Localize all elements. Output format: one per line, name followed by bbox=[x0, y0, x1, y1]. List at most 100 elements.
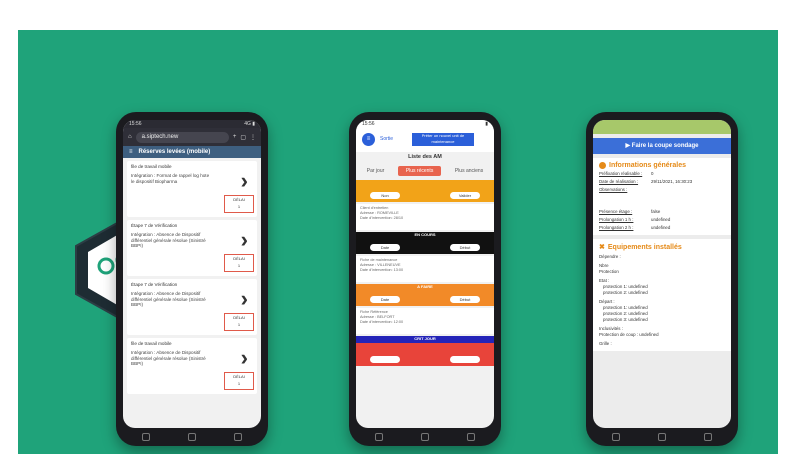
chevron-right-icon[interactable]: › bbox=[241, 229, 248, 251]
back-icon[interactable] bbox=[142, 433, 150, 441]
status-icons: 4G ▮ bbox=[244, 121, 255, 127]
chevron-right-icon[interactable]: › bbox=[241, 288, 248, 310]
card-title: Étape 7 de Vérification bbox=[131, 223, 178, 228]
status-band: CRIT JOUR bbox=[356, 336, 494, 366]
info-value: undefined bbox=[651, 225, 671, 230]
card-description: Intégration : Absence de Dispositif diff… bbox=[131, 291, 206, 308]
delay-box: DÉLAI 1 bbox=[224, 254, 254, 272]
logout-link[interactable]: Sortie bbox=[380, 136, 393, 142]
home-icon[interactable]: ⌂ bbox=[128, 134, 132, 140]
info-row: Présence étage : false bbox=[599, 209, 725, 215]
phone-2-screen: 15:56 ▮ ≡ Sortie Prêter un nouvel unit de… bbox=[356, 120, 494, 428]
tab-plus-recents[interactable]: Plus récents bbox=[397, 166, 442, 176]
sort-tabs: Par jour Plus récents Plus anciens bbox=[360, 166, 490, 176]
tab-par-jour[interactable]: Par jour bbox=[367, 168, 385, 174]
section-heading: Informations générales bbox=[599, 162, 725, 169]
new-tab-icon[interactable]: + bbox=[233, 134, 237, 140]
delay-value: 1 bbox=[237, 322, 241, 327]
page-title: Réserves levées (mobile) bbox=[138, 149, 211, 155]
new-maintenance-button[interactable]: Prêter un nouvel unit de maintenance bbox=[412, 133, 474, 146]
chevron-right-icon[interactable]: › bbox=[241, 170, 248, 192]
start-survey-button[interactable]: ▶ Faire la coupe sondage bbox=[593, 138, 731, 154]
list-item[interactable]: Client d'entretien Adresse : ROMEVILLE D… bbox=[356, 204, 494, 230]
band-right-button[interactable] bbox=[450, 356, 480, 363]
info-row: Préfixation réalisable : 0 bbox=[599, 171, 725, 177]
phone-mockup-2: 15:56 ▮ ≡ Sortie Prêter un nouvel unit de… bbox=[349, 112, 501, 446]
menu-button[interactable]: ≡ bbox=[362, 133, 375, 146]
chevron-right-icon[interactable]: › bbox=[241, 347, 248, 369]
delay-box: DÉLAI 1 bbox=[224, 195, 254, 213]
phone-mockup-1: 15:56 4G ▮ ⌂ a.siptech.new + ▢ ⋮ ≡ Réserve… bbox=[116, 112, 268, 446]
list-item[interactable]: Fiche Référence Adresse : BELFORT Date d… bbox=[356, 308, 494, 334]
tabs-icon[interactable]: ▢ bbox=[240, 134, 246, 141]
list-item[interactable]: Étape 7 de Vérification Intégration : Ab… bbox=[127, 279, 257, 335]
equipment-section: ✖ Equipements installés Dépendre : Nbre P… bbox=[593, 239, 731, 351]
list-item[interactable]: file de travail mobile Intégration : Abs… bbox=[127, 338, 257, 394]
section-title: Equipements installés bbox=[607, 243, 682, 251]
info-icon bbox=[599, 162, 606, 169]
recents-icon[interactable] bbox=[704, 433, 712, 441]
camera-notch-area bbox=[593, 120, 731, 134]
delay-value: 1 bbox=[237, 263, 241, 268]
equipment-line: Protection de coup : undefined bbox=[599, 332, 659, 337]
list-item[interactable]: Étape 7 de Vérification Intégration : Ab… bbox=[127, 220, 257, 276]
band-left-button[interactable]: Non bbox=[370, 192, 400, 199]
equipment-line: Grille : bbox=[599, 341, 612, 346]
equipment-line: protection 3: undefined bbox=[603, 317, 648, 322]
page-header: ≡ Réserves levées (mobile) bbox=[123, 146, 261, 158]
band-left-button[interactable] bbox=[370, 356, 400, 363]
info-line: Date d'intervention: 28/10 bbox=[360, 216, 404, 220]
info-key: Observations : bbox=[599, 187, 628, 192]
menu-icon[interactable]: ⋮ bbox=[250, 134, 256, 141]
info-row: Prolongation 2 h : undefined bbox=[599, 225, 725, 231]
back-icon[interactable] bbox=[375, 433, 383, 441]
list-item[interactable]: file de travail mobile Intégration : For… bbox=[127, 161, 257, 217]
info-key: Date de réalisation : bbox=[599, 179, 639, 184]
recents-icon[interactable] bbox=[234, 433, 242, 441]
card-description: Intégration : Absence de Dispositif diff… bbox=[131, 350, 206, 367]
phone-1-screen: 15:56 4G ▮ ⌂ a.siptech.new + ▢ ⋮ ≡ Réserve… bbox=[123, 120, 261, 428]
hamburger-icon[interactable]: ≡ bbox=[129, 146, 133, 158]
tab-plus-anciens[interactable]: Plus anciens bbox=[455, 168, 483, 174]
browser-address-bar: ⌂ a.siptech.new + ▢ ⋮ bbox=[123, 128, 261, 146]
card-description: Intégration : Format de rappel log hote … bbox=[131, 173, 210, 184]
delay-label: DÉLAI bbox=[233, 197, 245, 202]
delay-label: DÉLAI bbox=[233, 256, 245, 261]
info-key: Présence étage : bbox=[599, 209, 633, 214]
nav-buttons bbox=[356, 432, 494, 442]
nav-buttons bbox=[593, 432, 731, 442]
card-title: file de travail mobile bbox=[131, 341, 172, 346]
delay-box: DÉLAI 1 bbox=[224, 313, 254, 331]
band-right-button[interactable]: Valider bbox=[450, 192, 480, 199]
phone-3-screen: ▶ Faire la coupe sondage Informations gé… bbox=[593, 120, 731, 428]
url-field[interactable]: a.siptech.new bbox=[135, 131, 229, 143]
band-left-button[interactable]: Date bbox=[370, 244, 400, 251]
home-button-icon[interactable] bbox=[658, 433, 666, 441]
home-button-icon[interactable] bbox=[188, 433, 196, 441]
status-bar: 15:56 ▮ bbox=[356, 120, 494, 128]
list-item[interactable]: Fiche de maintenance Adresse : VILLENEUV… bbox=[356, 256, 494, 282]
band-label: EN COURS bbox=[414, 232, 436, 237]
delay-box: DÉLAI 1 bbox=[224, 372, 254, 390]
info-value: undefined bbox=[651, 217, 671, 222]
home-button-icon[interactable] bbox=[421, 433, 429, 441]
band-left-button[interactable]: Date bbox=[370, 296, 400, 303]
band-right-button[interactable]: Début bbox=[450, 296, 480, 303]
app-toolbar: ≡ Sortie Prêter un nouvel unit de mainte… bbox=[356, 128, 494, 152]
status-band: Non Valider bbox=[356, 180, 494, 202]
info-key: Préfixation réalisable : bbox=[599, 171, 643, 176]
info-line: Date d'intervention: 12:00 bbox=[360, 320, 404, 324]
equipment-line: protection 2: undefined bbox=[603, 290, 648, 295]
info-line: Date d'intervention: 13:00 bbox=[360, 268, 404, 272]
card-title: file de travail mobile bbox=[131, 164, 172, 169]
recents-icon[interactable] bbox=[467, 433, 475, 441]
back-icon[interactable] bbox=[612, 433, 620, 441]
phone-mockup-3: ▶ Faire la coupe sondage Informations gé… bbox=[586, 112, 738, 446]
section-heading: ✖ Equipements installés bbox=[599, 243, 725, 252]
delay-label: DÉLAI bbox=[233, 315, 245, 320]
info-key: Prolongation 1 h : bbox=[599, 217, 634, 222]
info-row: Date de réalisation : 29/11/2021, 16:30:2… bbox=[599, 179, 725, 185]
band-right-button[interactable]: Début bbox=[450, 244, 480, 251]
status-time: 15:56 bbox=[362, 121, 375, 127]
card-title: Étape 7 de Vérification bbox=[131, 282, 178, 287]
